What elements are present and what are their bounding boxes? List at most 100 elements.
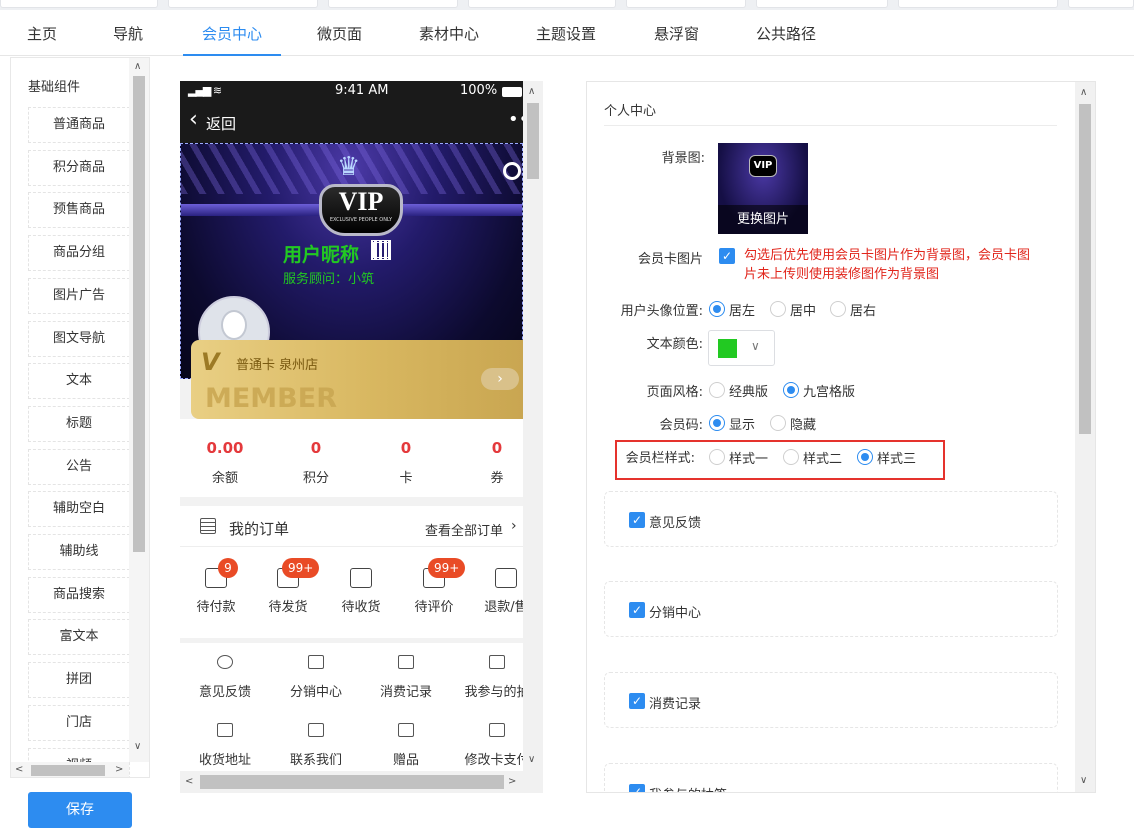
scroll-right-icon[interactable]: > <box>115 765 123 775</box>
scroll-up-icon[interactable]: ∧ <box>134 62 141 72</box>
radio-avatar-right[interactable] <box>830 301 846 317</box>
radio-bar-style-2[interactable] <box>783 449 799 465</box>
stat-balance[interactable]: 0.00 余额 <box>180 439 270 486</box>
sidebar-item[interactable]: 门店 <box>28 704 130 741</box>
radio-avatar-left[interactable] <box>709 301 725 317</box>
order-status-1[interactable]: 待发货 99+ <box>252 558 324 618</box>
radio-style-classic[interactable] <box>709 382 725 398</box>
change-image-button[interactable]: 更换图片 <box>718 205 808 234</box>
radio-style-grid[interactable] <box>783 382 799 398</box>
card-arrow-button[interactable]: › <box>481 368 519 390</box>
sidebar-item[interactable]: 商品分组 <box>28 235 130 272</box>
sidebar-item[interactable]: 图片广告 <box>28 277 130 314</box>
sidebar-item[interactable]: 文本 <box>28 363 130 400</box>
radio-code-hide[interactable] <box>770 415 786 431</box>
chevron-right-icon[interactable]: › <box>511 518 517 534</box>
sidebar-item[interactable]: 普通商品 <box>28 107 130 143</box>
sidebar-item[interactable]: 拼团 <box>28 662 130 699</box>
sidebar-scroll-thumb[interactable] <box>133 76 145 552</box>
module-checkbox[interactable]: ✓ <box>629 602 645 618</box>
back-arrow-icon[interactable]: ‹ <box>189 109 198 131</box>
radio-avatar-center[interactable] <box>770 301 786 317</box>
settings-gear-icon[interactable] <box>503 162 521 180</box>
module-distribution[interactable]: ✓ 分销中心 <box>604 581 1058 637</box>
view-all-orders-link[interactable]: 查看全部订单 <box>425 520 503 539</box>
radio-code-show[interactable] <box>709 415 725 431</box>
scroll-up-icon[interactable]: ∧ <box>528 87 535 97</box>
radio-bar-style-2-label[interactable]: 样式二 <box>803 448 842 467</box>
module-checkbox[interactable]: ✓ <box>629 784 645 792</box>
grid-item[interactable]: 分销中心 <box>271 651 361 700</box>
background-image-thumb[interactable]: VIP 更换图片 <box>718 143 808 234</box>
member-card[interactable]: V 普通卡 泉州店 MEMBER › <box>191 340 523 419</box>
sidebar-item[interactable]: 标题 <box>28 405 130 442</box>
module-consumption[interactable]: ✓ 消费记录 <box>604 672 1058 728</box>
radio-code-hide-label[interactable]: 隐藏 <box>790 414 816 433</box>
radio-bar-style-3-label[interactable]: 样式三 <box>877 448 916 467</box>
sidebar-item[interactable]: 辅助线 <box>28 534 130 570</box>
scroll-right-icon[interactable]: > <box>508 777 516 787</box>
radio-style-grid-label[interactable]: 九宫格版 <box>803 381 855 400</box>
stat-cards[interactable]: 0卡 <box>361 439 451 486</box>
sidebar-horizontal-scrollbar[interactable]: < > <box>11 762 129 777</box>
module-checkbox[interactable]: ✓ <box>629 693 645 709</box>
order-status-0[interactable]: 待付款 9 <box>180 558 252 618</box>
grid-item[interactable]: 消费记录 <box>361 651 451 700</box>
stat-coupons[interactable]: 0券 <box>452 439 523 486</box>
sidebar-item[interactable]: 商品搜索 <box>28 576 130 613</box>
order-status-2[interactable]: 待收货 <box>325 558 397 618</box>
tab-micro-page[interactable]: 微页面 <box>317 10 362 56</box>
module-lottery[interactable]: ✓ 我参与的抽签 <box>604 763 1058 792</box>
module-checkbox[interactable]: ✓ <box>629 512 645 528</box>
sidebar-item[interactable]: 公告 <box>28 448 130 485</box>
radio-avatar-left-label[interactable]: 居左 <box>729 300 755 319</box>
radio-code-show-label[interactable]: 显示 <box>729 414 755 433</box>
save-button[interactable]: 保存 <box>28 792 132 828</box>
scroll-down-icon[interactable]: ∨ <box>528 755 535 765</box>
sidebar-item[interactable]: 图文导航 <box>28 320 130 357</box>
sidebar-item[interactable]: 辅助空白 <box>28 491 130 528</box>
tab-public-path[interactable]: 公共路径 <box>756 10 816 56</box>
grid-item[interactable]: 意见反馈 <box>180 651 270 700</box>
radio-avatar-center-label[interactable]: 居中 <box>790 300 816 319</box>
radio-bar-style-1-label[interactable]: 样式一 <box>729 448 768 467</box>
radio-bar-style-1[interactable] <box>709 449 725 465</box>
scroll-left-icon[interactable]: < <box>15 765 23 775</box>
radio-avatar-right-label[interactable]: 居右 <box>850 300 876 319</box>
back-label[interactable]: 返回 <box>206 113 236 134</box>
settings-scrollbar[interactable]: ∧ ∨ <box>1075 82 1095 792</box>
phone-vertical-scrollbar[interactable]: ∧ ∨ <box>523 81 543 771</box>
stat-points[interactable]: 0 积分 <box>271 439 361 486</box>
scroll-down-icon[interactable]: ∨ <box>134 742 141 752</box>
sidebar-hscroll-thumb[interactable] <box>31 765 105 776</box>
scroll-up-icon[interactable]: ∧ <box>1080 88 1087 98</box>
sidebar-item[interactable]: 预售商品 <box>28 192 130 229</box>
tab-theme[interactable]: 主题设置 <box>536 10 596 56</box>
tab-floating-window[interactable]: 悬浮窗 <box>654 10 699 56</box>
radio-bar-style-3[interactable] <box>857 449 873 465</box>
radio-style-classic-label[interactable]: 经典版 <box>729 381 768 400</box>
tab-assets[interactable]: 素材中心 <box>419 10 479 56</box>
grid-item[interactable]: 收货地址 <box>180 719 270 768</box>
qr-code-icon[interactable] <box>371 240 391 260</box>
scroll-down-icon[interactable]: ∨ <box>1080 776 1087 786</box>
chevron-down-icon[interactable]: ∨ <box>751 339 760 353</box>
sidebar-item[interactable]: 积分商品 <box>28 149 130 186</box>
phone-hscroll-thumb[interactable] <box>200 775 504 789</box>
settings-scroll-thumb[interactable] <box>1079 104 1091 434</box>
grid-item[interactable]: 赠品 <box>361 719 451 768</box>
grid-item[interactable]: 联系我们 <box>271 719 361 768</box>
grid-item[interactable]: 修改卡支付 <box>452 719 523 768</box>
card-image-checkbox[interactable]: ✓ <box>719 248 735 264</box>
phone-scroll-thumb[interactable] <box>527 103 539 179</box>
order-status-3[interactable]: 待评价 99+ <box>398 558 470 618</box>
phone-horizontal-scrollbar[interactable]: < > <box>180 771 543 793</box>
grid-item[interactable]: 我参与的抽 <box>452 651 523 700</box>
more-dots-icon[interactable]: •• <box>508 109 523 130</box>
tab-member-center[interactable]: 会员中心 <box>183 10 281 56</box>
module-feedback[interactable]: ✓ 意见反馈 <box>604 491 1058 547</box>
tab-home[interactable]: 主页 <box>27 10 57 56</box>
sidebar-item[interactable]: 富文本 <box>28 619 130 656</box>
text-color-picker[interactable]: ∨ <box>708 330 775 366</box>
tab-navigation[interactable]: 导航 <box>113 10 143 56</box>
